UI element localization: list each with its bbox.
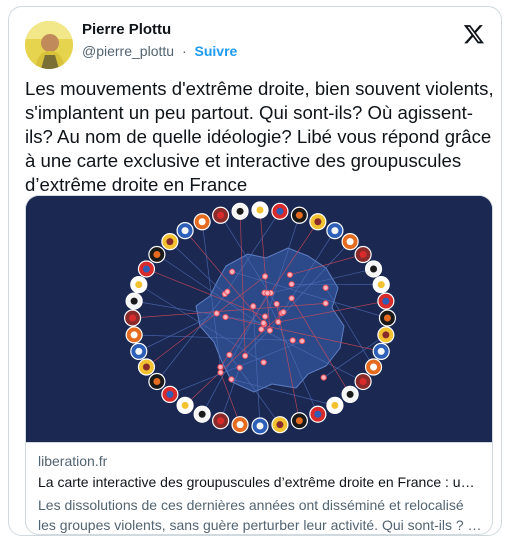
group-logo-emblem	[370, 265, 378, 273]
follow-button[interactable]: Suivre	[195, 43, 238, 59]
group-logo-emblem	[256, 206, 264, 214]
group-logo-emblem	[181, 227, 189, 235]
author-name[interactable]: Pierre Plottu	[82, 21, 171, 38]
group-marker	[258, 326, 265, 333]
group-logo-emblem	[135, 281, 143, 289]
avatar[interactable]	[25, 21, 73, 69]
group-marker	[261, 313, 269, 320]
group-logo-emblem	[377, 281, 385, 289]
group-logo-emblem	[256, 422, 264, 430]
group-logo-emblem	[129, 314, 137, 322]
group-logo-emblem	[217, 211, 225, 219]
group-logo-emblem	[359, 251, 367, 259]
group-marker	[250, 303, 257, 310]
group-logo-emblem	[359, 377, 367, 385]
group-logo-emblem	[153, 377, 161, 385]
group-marker	[298, 337, 306, 345]
group-logo-emblem	[295, 211, 303, 219]
group-logo-emblem	[130, 297, 138, 305]
group-logo-emblem	[314, 410, 322, 418]
group-logo-emblem	[331, 227, 339, 235]
group-marker	[242, 352, 249, 359]
group-logo-emblem	[346, 390, 354, 398]
group-marker	[264, 290, 271, 297]
group-marker	[228, 376, 235, 383]
link-domain: liberation.fr	[38, 453, 108, 469]
group-marker	[260, 319, 267, 327]
group-logo-emblem	[276, 421, 284, 429]
group-marker	[261, 273, 269, 280]
group-marker	[224, 288, 231, 295]
group-logo-emblem	[276, 207, 284, 215]
group-logo-emblem	[142, 363, 150, 371]
group-logo-emblem	[166, 238, 174, 246]
group-logo-emblem	[382, 331, 390, 339]
link-description: Les dissolutions de ces dernières années…	[38, 497, 482, 533]
group-marker	[236, 364, 243, 371]
group-logo-emblem	[370, 363, 378, 371]
group-marker	[275, 318, 282, 326]
group-logo-emblem	[142, 265, 150, 273]
group-marker	[217, 369, 224, 376]
group-logo-emblem	[153, 251, 161, 259]
link-card[interactable]: liberation.fr La carte interactive des g…	[25, 442, 493, 535]
group-marker	[288, 295, 295, 302]
group-logo-emblem	[130, 331, 138, 339]
author-handle-row: @pierre_plottu · Suivre	[82, 43, 237, 59]
group-marker	[273, 300, 280, 308]
author-handle[interactable]: @pierre_plottu	[82, 43, 174, 59]
group-logo-emblem	[181, 401, 189, 409]
group-logo-emblem	[331, 401, 339, 409]
group-logo-emblem	[236, 421, 244, 429]
group-logo-emblem	[377, 347, 385, 355]
group-marker	[286, 271, 293, 278]
group-marker	[280, 309, 287, 316]
group-logo-emblem	[217, 417, 225, 425]
group-logo-emblem	[295, 417, 303, 425]
group-logo-emblem	[382, 297, 390, 305]
separator-dot: ·	[181, 43, 187, 59]
group-marker	[260, 359, 267, 366]
group-marker	[266, 327, 273, 334]
group-marker	[226, 351, 233, 358]
group-marker	[289, 337, 296, 344]
group-logo-emblem	[166, 390, 174, 398]
group-logo-emblem	[346, 238, 354, 246]
group-logo-emblem	[314, 218, 322, 226]
link-title: La carte interactive des groupuscules d’…	[38, 474, 482, 490]
avatar-image	[25, 21, 73, 69]
group-logo-emblem	[198, 218, 206, 226]
group-marker	[322, 284, 329, 291]
group-logo-emblem	[236, 207, 244, 215]
group-logo-emblem	[135, 347, 143, 355]
group-marker	[222, 313, 229, 321]
x-logo-icon[interactable]	[463, 23, 485, 45]
tweet-text: Les mouvements d'extrême droite, bien so…	[25, 78, 494, 195]
france-map-image	[26, 196, 492, 442]
tweet-card: Pierre Plottu @pierre_plottu · Suivre Le…	[8, 6, 502, 536]
group-logo-emblem	[383, 314, 391, 322]
group-marker	[217, 363, 224, 371]
group-marker	[213, 310, 220, 317]
group-marker	[320, 374, 327, 381]
group-marker	[229, 268, 236, 275]
group-marker	[288, 281, 295, 288]
group-logo-emblem	[198, 410, 206, 418]
tweet-media[interactable]	[25, 195, 493, 442]
group-marker	[322, 300, 329, 307]
